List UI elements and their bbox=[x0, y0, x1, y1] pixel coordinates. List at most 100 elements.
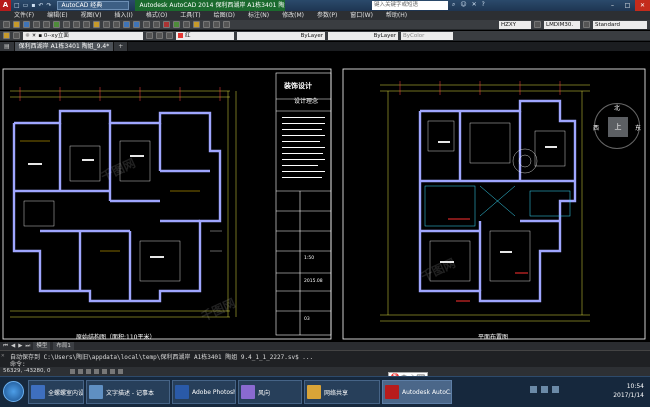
menu-item[interactable]: 标注(N) bbox=[248, 11, 269, 20]
undo-icon[interactable] bbox=[103, 21, 110, 28]
menu-item[interactable]: 窗口(W) bbox=[350, 11, 373, 20]
user-icon[interactable]: ☺ bbox=[460, 1, 466, 9]
help-icon[interactable]: ? bbox=[482, 1, 485, 9]
close-command-icon[interactable]: ✕ bbox=[1, 352, 5, 359]
layer-select[interactable]: ☼ ☀ ▪ 0--xy立面 bbox=[23, 31, 143, 40]
open-icon[interactable]: ▭ bbox=[23, 2, 29, 9]
sheet-set-icon[interactable] bbox=[193, 21, 200, 28]
otrack-icon[interactable] bbox=[110, 369, 115, 374]
table-style-select[interactable]: Standard bbox=[593, 20, 647, 29]
menu-item[interactable]: 插入(I) bbox=[114, 11, 132, 20]
plotstyle-select[interactable]: ByColor bbox=[401, 31, 453, 40]
help-icon[interactable] bbox=[223, 21, 230, 28]
menu-item[interactable]: 文件(F) bbox=[14, 11, 34, 20]
taskbar-button[interactable]: 全螺螺室内设计C... bbox=[28, 380, 84, 404]
new-file-icon[interactable]: □ bbox=[14, 2, 20, 9]
viewcube-top-face[interactable]: 上 bbox=[608, 117, 628, 137]
tab-current-drawing[interactable]: 保利西湖岸 A1栋3401 陶姐_9.4* bbox=[14, 42, 115, 51]
drawing-canvas[interactable]: 千图网 千图网 千图网 设计理念 装饰设计 1:50 2015.08 03 原始… bbox=[0, 51, 650, 342]
open-folder-icon[interactable] bbox=[13, 21, 20, 28]
pan-icon[interactable] bbox=[123, 21, 130, 28]
tab-start[interactable]: ▤ bbox=[0, 42, 15, 51]
properties-icon[interactable] bbox=[163, 21, 170, 28]
layer-previous-icon[interactable] bbox=[156, 32, 163, 39]
markup-icon[interactable] bbox=[203, 21, 210, 28]
grid-icon[interactable] bbox=[78, 369, 83, 374]
match-properties-icon[interactable] bbox=[93, 21, 100, 28]
menu-item[interactable]: 编辑(E) bbox=[47, 11, 67, 20]
taskbar-button[interactable]: 网络共享 bbox=[304, 380, 380, 404]
start-button[interactable] bbox=[3, 381, 24, 402]
tray-arrow-icon[interactable] bbox=[530, 386, 537, 393]
table-style-icon[interactable] bbox=[583, 21, 590, 28]
search-input[interactable]: 键入关键字或短语 bbox=[372, 1, 448, 10]
lineweight-select[interactable]: ByLayer bbox=[328, 31, 398, 40]
tab-layout1[interactable]: 布局1 bbox=[53, 342, 74, 350]
polar-icon[interactable] bbox=[94, 369, 99, 374]
layout-nav-prev-icon[interactable]: ◀ bbox=[11, 342, 15, 350]
network-icon[interactable] bbox=[541, 386, 548, 393]
layer-manager-icon[interactable] bbox=[3, 32, 10, 39]
dim-style-icon[interactable] bbox=[534, 21, 541, 28]
exchange-icon[interactable]: ✕ bbox=[472, 1, 477, 9]
save-icon[interactable]: ▪ bbox=[31, 2, 35, 9]
viewcube[interactable]: 北 西 东 上 bbox=[593, 103, 641, 149]
menu-item[interactable]: 参数(P) bbox=[317, 11, 337, 20]
text-style-select[interactable]: HZXY bbox=[499, 20, 531, 29]
taskbar-button[interactable]: Adobe Photosh... bbox=[172, 380, 236, 404]
volume-icon[interactable] bbox=[552, 386, 559, 393]
color-select[interactable]: 红 bbox=[176, 31, 234, 40]
menu-item[interactable]: 视图(V) bbox=[81, 11, 102, 20]
redo-icon[interactable] bbox=[113, 21, 120, 28]
tab-model[interactable]: 模型 bbox=[33, 342, 51, 350]
minimize-icon[interactable]: – bbox=[605, 0, 620, 11]
close-icon[interactable]: ✕ bbox=[635, 0, 650, 11]
zoom-previous-icon[interactable] bbox=[153, 21, 160, 28]
linetype-select[interactable]: ByLayer bbox=[237, 31, 325, 40]
taskbar-button[interactable]: 风向 bbox=[238, 380, 302, 404]
cut-icon[interactable] bbox=[63, 21, 70, 28]
redo-icon[interactable]: ↷ bbox=[46, 2, 51, 9]
copy-icon[interactable] bbox=[73, 21, 80, 28]
workspace-select[interactable]: AutoCAD 经典 bbox=[57, 1, 130, 10]
taskbar-button[interactable]: 文字描述 - 记事本 bbox=[86, 380, 170, 404]
preview-icon[interactable] bbox=[43, 21, 50, 28]
viewcube-west[interactable]: 西 bbox=[593, 123, 599, 132]
taskbar-button[interactable]: Autodesk AutoC... bbox=[382, 380, 452, 404]
drafting-settings bbox=[70, 369, 123, 374]
layer-iso-icon[interactable] bbox=[166, 32, 173, 39]
tab-new[interactable]: + bbox=[114, 42, 129, 51]
undo-icon[interactable]: ↶ bbox=[38, 2, 43, 9]
viewcube-north[interactable]: 北 bbox=[614, 103, 620, 112]
save-icon[interactable] bbox=[23, 21, 30, 28]
layout-nav-next-icon[interactable]: ▶ bbox=[18, 342, 22, 350]
publish-icon[interactable] bbox=[53, 21, 60, 28]
print-icon[interactable] bbox=[33, 21, 40, 28]
lineweight-icon[interactable] bbox=[118, 369, 123, 374]
calculator-icon[interactable] bbox=[213, 21, 220, 28]
snap-icon[interactable] bbox=[70, 369, 75, 374]
maximize-icon[interactable]: □ bbox=[620, 0, 635, 11]
layout-nav-first-icon[interactable]: ⏮ bbox=[3, 342, 8, 350]
make-current-icon[interactable] bbox=[146, 32, 153, 39]
viewcube-east[interactable]: 东 bbox=[635, 123, 641, 132]
zoom-icon[interactable] bbox=[133, 21, 140, 28]
search-icon[interactable]: ⌕ bbox=[452, 1, 455, 9]
layer-state-icon[interactable] bbox=[13, 32, 20, 39]
menu-item[interactable]: 帮助(H) bbox=[386, 11, 407, 20]
menu-item[interactable]: 修改(M) bbox=[282, 11, 304, 20]
system-clock[interactable]: 10:54 2017/1/14 bbox=[613, 382, 644, 400]
layout-nav-last-icon[interactable]: ⏭ bbox=[25, 342, 30, 350]
tool-palette-icon[interactable] bbox=[183, 21, 190, 28]
design-center-icon[interactable] bbox=[173, 21, 180, 28]
dim-style-select[interactable]: LMDIM30. bbox=[544, 20, 580, 29]
menu-item[interactable]: 绘图(D) bbox=[214, 11, 235, 20]
osnap-icon[interactable] bbox=[102, 369, 107, 374]
menu-item[interactable]: 工具(T) bbox=[180, 11, 200, 20]
paste-icon[interactable] bbox=[83, 21, 90, 28]
zoom-window-icon[interactable] bbox=[143, 21, 150, 28]
ortho-icon[interactable] bbox=[86, 369, 91, 374]
menu-item[interactable]: 格式(O) bbox=[146, 11, 167, 20]
autocad-logo[interactable]: A bbox=[0, 0, 11, 11]
new-icon[interactable] bbox=[3, 21, 10, 28]
